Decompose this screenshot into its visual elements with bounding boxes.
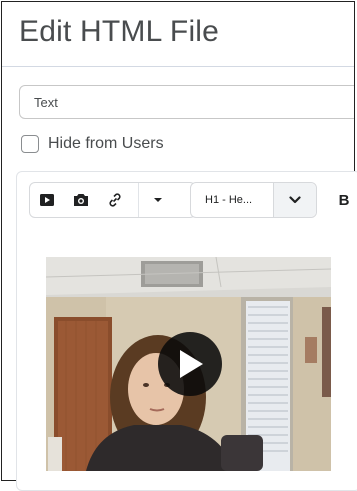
format-select-value[interactable]: H1 - He... — [191, 183, 273, 217]
format-select[interactable]: H1 - He... — [190, 182, 317, 218]
page-title: Edit HTML File — [19, 15, 220, 48]
insert-link-button[interactable] — [98, 183, 132, 217]
hide-from-users-row[interactable]: Hide from Users — [21, 133, 164, 155]
chevron-down-icon — [153, 198, 162, 202]
hide-from-users-checkbox[interactable] — [21, 135, 39, 153]
insert-video-button[interactable] — [30, 183, 64, 217]
bold-button[interactable]: B — [329, 182, 357, 218]
insert-image-button[interactable] — [64, 183, 98, 217]
video-play-button[interactable] — [158, 332, 222, 396]
play-icon — [180, 350, 203, 378]
chevron-down-icon — [289, 196, 301, 204]
video-icon — [40, 194, 54, 206]
hide-from-users-label[interactable]: Hide from Users — [48, 135, 164, 153]
link-icon — [109, 193, 121, 207]
insert-toolbar-group — [29, 182, 196, 218]
insert-more-dropdown[interactable] — [138, 183, 176, 217]
title-input[interactable]: Text — [19, 85, 354, 119]
title-divider — [2, 66, 354, 67]
camera-icon — [74, 194, 88, 206]
format-select-arrow[interactable] — [273, 183, 316, 217]
